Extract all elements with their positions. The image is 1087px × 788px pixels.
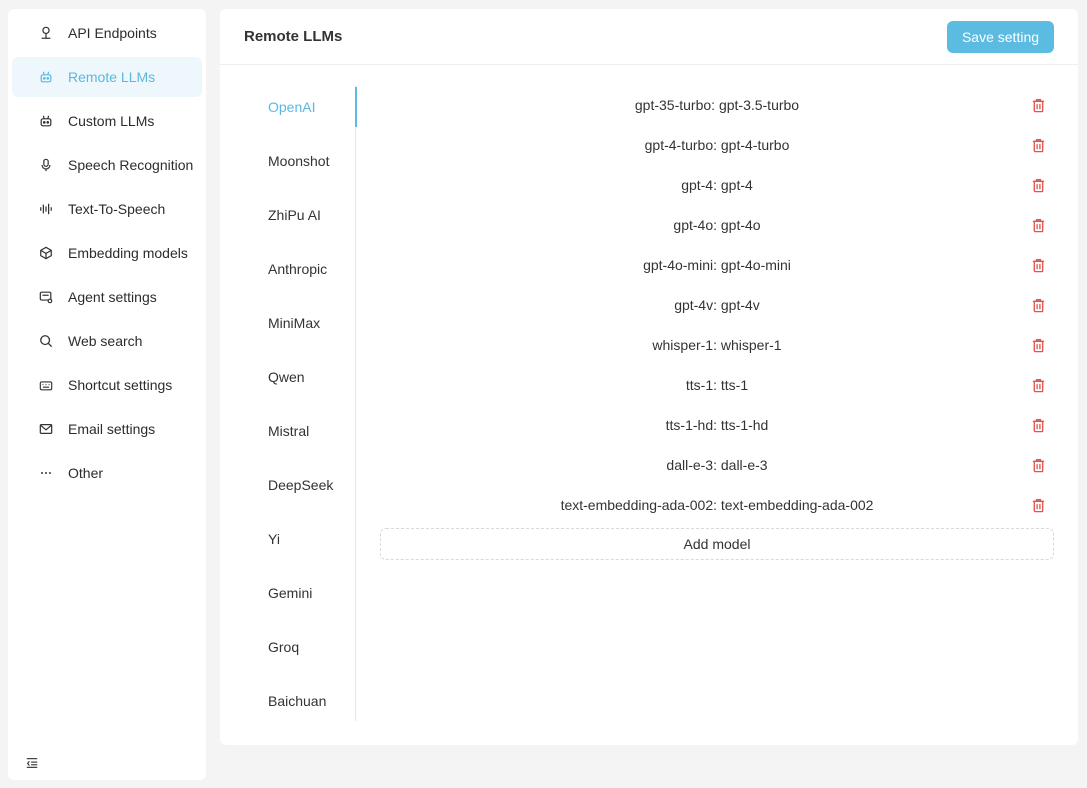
ellipsis-icon (38, 465, 54, 481)
trash-icon[interactable] (1030, 377, 1046, 393)
sidebar-item-agent-settings[interactable]: Agent settings (12, 277, 202, 317)
provider-tab-yi[interactable]: Yi (247, 519, 356, 559)
sidebar-item-label: Custom LLMs (68, 113, 155, 129)
model-row: gpt-4o: gpt-4o (380, 205, 1054, 245)
sidebar-item-label: Shortcut settings (68, 377, 173, 393)
mail-icon (38, 421, 54, 437)
sidebar-item-label: Email settings (68, 421, 156, 437)
model-row: gpt-4o-mini: gpt-4o-mini (380, 245, 1054, 285)
model-row: whisper-1: whisper-1 (380, 325, 1054, 365)
model-label: gpt-4: gpt-4 (681, 177, 753, 193)
page-header: Remote LLMs Save setting (220, 9, 1078, 65)
search-icon (38, 333, 54, 349)
microphone-icon (38, 157, 54, 173)
provider-tab-openai[interactable]: OpenAI (247, 87, 357, 127)
provider-tab-mistral[interactable]: Mistral (247, 411, 356, 451)
keyboard-icon (38, 377, 54, 393)
model-label: text-embedding-ada-002: text-embedding-a… (560, 497, 874, 513)
sidebar-item-shortcut-settings[interactable]: Shortcut settings (12, 365, 202, 405)
trash-icon[interactable] (1030, 217, 1046, 233)
trash-icon[interactable] (1030, 177, 1046, 193)
provider-tab-qwen[interactable]: Qwen (247, 357, 356, 397)
trash-icon[interactable] (1030, 337, 1046, 353)
sidebar-item-label: Web search (68, 333, 143, 349)
trash-icon[interactable] (1030, 457, 1046, 473)
sound-wave-icon (38, 201, 54, 217)
model-label: gpt-4v: gpt-4v (674, 297, 760, 313)
provider-tab-anthropic[interactable]: Anthropic (247, 249, 356, 289)
provider-tab-moonshot[interactable]: Moonshot (247, 141, 356, 181)
provider-tab-minimax[interactable]: MiniMax (247, 303, 356, 343)
sidebar: API Endpoints Remote LLMs Custom LLMs Speec… (8, 9, 206, 780)
trash-icon[interactable] (1030, 297, 1046, 313)
page-title: Remote LLMs (244, 28, 343, 45)
sidebar-item-web-search[interactable]: Web search (12, 321, 202, 361)
model-row: text-embedding-ada-002: text-embedding-a… (380, 485, 1054, 525)
sidebar-item-label: Other (68, 465, 104, 481)
model-row: gpt-4v: gpt-4v (380, 285, 1054, 325)
trash-icon[interactable] (1030, 497, 1046, 513)
model-label: dall-e-3: dall-e-3 (666, 457, 768, 473)
model-label: whisper-1: whisper-1 (652, 337, 782, 353)
sidebar-item-other[interactable]: Other (12, 453, 202, 493)
sidebar-item-label: Remote LLMs (68, 69, 156, 85)
trash-icon[interactable] (1030, 417, 1046, 433)
model-label: gpt-4o: gpt-4o (673, 217, 761, 233)
sidebar-item-label: Agent settings (68, 289, 157, 305)
provider-tab-deepseek[interactable]: DeepSeek (247, 465, 356, 505)
trash-icon[interactable] (1030, 97, 1046, 113)
model-label: gpt-4-turbo: gpt-4-turbo (644, 137, 790, 153)
menu-fold-icon[interactable] (24, 755, 40, 771)
model-label: tts-1-hd: tts-1-hd (665, 417, 769, 433)
main-panel: Remote LLMs Save setting OpenAI Moonshot Z… (220, 9, 1078, 745)
model-row: tts-1: tts-1 (380, 365, 1054, 405)
sidebar-item-speech-recognition[interactable]: Speech Recognition (12, 145, 202, 185)
provider-tab-gemini[interactable]: Gemini (247, 573, 356, 613)
provider-tab-zhipu-ai[interactable]: ZhiPu AI (247, 195, 356, 235)
model-row: tts-1-hd: tts-1-hd (380, 405, 1054, 445)
provider-tab-baichuan[interactable]: Baichuan (247, 681, 356, 721)
model-label: tts-1: tts-1 (685, 377, 749, 393)
sidebar-item-label: Speech Recognition (68, 157, 194, 173)
model-row: gpt-35-turbo: gpt-3.5-turbo (380, 85, 1054, 125)
model-row: dall-e-3: dall-e-3 (380, 445, 1054, 485)
sidebar-item-embedding-models[interactable]: Embedding models (12, 233, 202, 273)
embedding-icon (38, 245, 54, 261)
agent-icon (38, 289, 54, 305)
add-model-button[interactable]: Add model (380, 528, 1054, 560)
model-row: gpt-4: gpt-4 (380, 165, 1054, 205)
model-label: gpt-4o-mini: gpt-4o-mini (643, 257, 791, 273)
sidebar-item-api-endpoints[interactable]: API Endpoints (12, 13, 202, 53)
model-label: gpt-35-turbo: gpt-3.5-turbo (634, 97, 800, 113)
sidebar-item-text-to-speech[interactable]: Text-To-Speech (12, 189, 202, 229)
robot-icon (38, 69, 54, 85)
sidebar-item-label: Embedding models (68, 245, 188, 261)
trash-icon[interactable] (1030, 257, 1046, 273)
robot-icon (38, 113, 54, 129)
sidebar-item-custom-llms[interactable]: Custom LLMs (12, 101, 202, 141)
trash-icon[interactable] (1030, 137, 1046, 153)
sidebar-item-label: API Endpoints (68, 25, 157, 41)
model-row: gpt-4-turbo: gpt-4-turbo (380, 125, 1054, 165)
provider-tab-groq[interactable]: Groq (247, 627, 356, 667)
api-endpoints-icon (38, 25, 54, 41)
sidebar-item-label: Text-To-Speech (68, 201, 166, 217)
save-setting-button[interactable]: Save setting (947, 21, 1054, 53)
sidebar-item-email-settings[interactable]: Email settings (12, 409, 202, 449)
provider-list: OpenAI Moonshot ZhiPu AI Anthropic MiniMax Qw… (247, 85, 357, 721)
sidebar-item-remote-llms[interactable]: Remote LLMs (12, 57, 202, 97)
